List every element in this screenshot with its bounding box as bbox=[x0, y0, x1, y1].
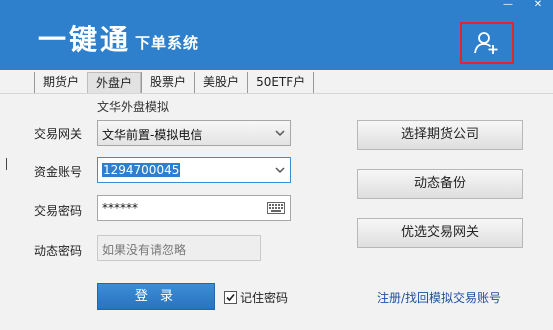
keyboard-icon[interactable] bbox=[267, 202, 285, 214]
mode-label: 文华外盘模拟 bbox=[97, 100, 170, 114]
tab-50etf[interactable]: 50ETF户 bbox=[247, 72, 315, 94]
dynamic-password-label: 动态密码 bbox=[34, 244, 83, 258]
remember-password[interactable]: 记住密码 bbox=[224, 289, 288, 306]
gateway-select[interactable]: 文华前置-模拟电信 bbox=[97, 120, 291, 146]
add-user-button[interactable] bbox=[460, 22, 514, 64]
dynamic-password-input[interactable]: 如果没有请忽略 bbox=[97, 235, 261, 261]
remember-label: 记住密码 bbox=[240, 291, 289, 305]
password-label: 交易密码 bbox=[34, 204, 83, 218]
tab-us-stocks[interactable]: 美股户 bbox=[194, 72, 247, 94]
chevron-down-icon[interactable] bbox=[274, 165, 286, 175]
gateway-value: 文华前置-模拟电信 bbox=[102, 128, 203, 142]
tab-divider bbox=[0, 93, 553, 94]
dynamic-backup-button[interactable]: 动态备份 bbox=[357, 169, 523, 199]
user-add-icon bbox=[474, 32, 498, 54]
close-icon[interactable]: ✕ bbox=[530, 0, 546, 10]
tab-futures[interactable]: 期货户 bbox=[34, 72, 87, 94]
gateway-label: 交易网关 bbox=[34, 127, 83, 141]
register-link[interactable]: 注册/找回模拟交易账号 bbox=[377, 289, 501, 306]
account-type-tabs: 期货户 外盘户 股票户 美股户 50ETF户 bbox=[34, 72, 315, 94]
preferred-gateway-button[interactable]: 优选交易网关 bbox=[357, 218, 523, 248]
app-subtitle: 下单系统 bbox=[135, 34, 200, 52]
app-title: 一键通 bbox=[38, 23, 132, 56]
account-value: 1294700045 bbox=[102, 163, 181, 177]
password-input[interactable]: ****** bbox=[97, 195, 291, 221]
login-button[interactable]: 登 录 bbox=[97, 283, 215, 310]
tab-stocks[interactable]: 股票户 bbox=[141, 72, 194, 94]
account-label: 资金账号 bbox=[34, 165, 83, 179]
dynamic-password-placeholder: 如果没有请忽略 bbox=[102, 243, 187, 257]
header-bar: — ✕ 一键通 下单系统 bbox=[0, 0, 553, 70]
tab-foreign[interactable]: 外盘户 bbox=[87, 72, 142, 94]
chevron-down-icon bbox=[275, 130, 285, 137]
password-value: ****** bbox=[102, 201, 138, 215]
remember-checkbox[interactable] bbox=[224, 291, 237, 304]
choose-company-button[interactable]: 选择期货公司 bbox=[357, 120, 523, 150]
minimize-icon[interactable]: — bbox=[500, 0, 516, 10]
account-input[interactable]: 1294700045 bbox=[97, 157, 291, 183]
text-cursor bbox=[6, 158, 7, 170]
checkmark-icon bbox=[226, 293, 235, 302]
